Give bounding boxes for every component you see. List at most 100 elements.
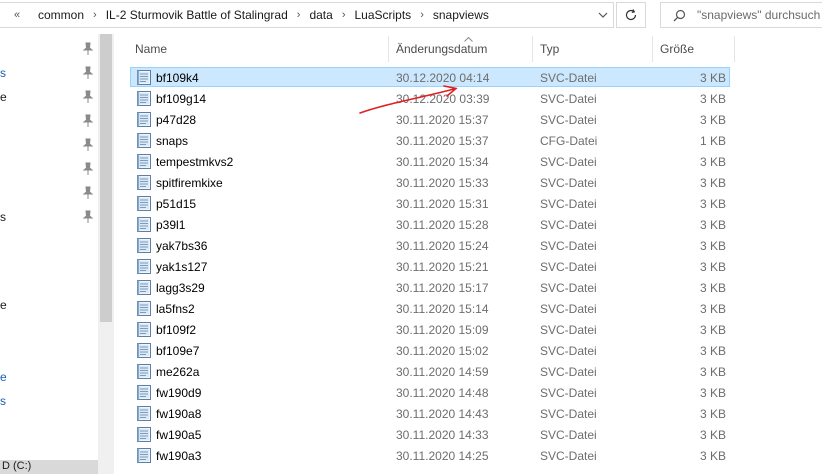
file-name: p51d15 bbox=[156, 197, 197, 211]
file-size: 3 KB bbox=[699, 197, 726, 211]
pin-icon[interactable] bbox=[82, 114, 94, 128]
file-size: 3 KB bbox=[699, 239, 726, 253]
file-type: SVC-Datei bbox=[540, 428, 597, 442]
file-size: 1 KB bbox=[699, 134, 726, 148]
right-edge bbox=[812, 34, 822, 474]
column-header-size[interactable]: Größe bbox=[660, 42, 694, 56]
navigation-pane: s e s e e s bbox=[0, 34, 98, 474]
nav-item-fragment[interactable]: e bbox=[0, 370, 7, 384]
nav-item-fragment[interactable]: e bbox=[0, 90, 7, 104]
file-row[interactable]: yak1s127 30.11.2020 15:21 SVC-Datei 3 KB bbox=[130, 256, 730, 276]
refresh-button[interactable] bbox=[616, 2, 646, 28]
column-divider[interactable] bbox=[652, 36, 653, 62]
file-size: 3 KB bbox=[699, 281, 726, 295]
file-row[interactable]: fw190a3 30.11.2020 14:25 SVC-Datei 3 KB bbox=[130, 445, 730, 465]
file-row[interactable]: yak7bs36 30.11.2020 15:24 SVC-Datei 3 KB bbox=[130, 235, 730, 255]
file-size: 3 KB bbox=[699, 302, 726, 316]
text-file-icon bbox=[137, 364, 151, 379]
column-header-type[interactable]: Typ bbox=[540, 42, 559, 56]
breadcrumb-snapviews[interactable]: snapviews bbox=[429, 8, 493, 22]
file-row[interactable]: tempestmkvs2 30.11.2020 15:34 SVC-Datei … bbox=[130, 151, 730, 171]
search-input[interactable]: "snapviews" durchsuch bbox=[697, 8, 820, 22]
pin-icon[interactable] bbox=[82, 42, 94, 56]
chevron-right-icon[interactable]: › bbox=[337, 9, 351, 21]
address-bar-row: « common › IL-2 Sturmovik Battle of Stal… bbox=[0, 0, 822, 35]
text-file-icon bbox=[137, 406, 151, 421]
file-size: 3 KB bbox=[699, 155, 726, 169]
navigation-pane-scrollbar[interactable] bbox=[98, 34, 114, 474]
nav-item-drive[interactable]: D (C:) bbox=[0, 460, 98, 474]
file-row[interactable]: snaps 30.11.2020 15:37 CFG-Datei 1 KB bbox=[130, 130, 730, 150]
file-date: 30.11.2020 15:34 bbox=[396, 155, 489, 169]
file-row[interactable]: bf109k4 30.12.2020 04:14 SVC-Datei 3 KB bbox=[130, 67, 730, 87]
file-type: SVC-Datei bbox=[540, 71, 597, 85]
file-date: 30.11.2020 15:31 bbox=[396, 197, 489, 211]
nav-item-fragment[interactable]: s bbox=[0, 66, 6, 80]
file-size: 3 KB bbox=[699, 344, 726, 358]
file-row[interactable]: fw190d9 30.11.2020 14:48 SVC-Datei 3 KB bbox=[130, 382, 730, 402]
text-file-icon bbox=[137, 112, 151, 127]
text-file-icon bbox=[137, 133, 151, 148]
breadcrumb-common[interactable]: common bbox=[34, 8, 88, 22]
nav-item-fragment[interactable]: s bbox=[0, 394, 6, 408]
file-row[interactable]: me262a 30.11.2020 14:59 SVC-Datei 3 KB bbox=[130, 361, 730, 381]
file-size: 3 KB bbox=[699, 218, 726, 232]
chevron-right-icon[interactable]: › bbox=[88, 9, 102, 21]
pin-icon[interactable] bbox=[82, 138, 94, 152]
column-header-name[interactable]: Name bbox=[135, 42, 167, 56]
chevron-right-icon[interactable]: › bbox=[292, 9, 306, 21]
file-row[interactable]: bf109e7 30.11.2020 15:02 SVC-Datei 3 KB bbox=[130, 340, 730, 360]
breadcrumb-luascripts[interactable]: LuaScripts bbox=[350, 8, 415, 22]
text-file-icon bbox=[137, 322, 151, 337]
breadcrumb-il2[interactable]: IL-2 Sturmovik Battle of Stalingrad bbox=[102, 8, 292, 22]
scrollbar-thumb[interactable] bbox=[100, 34, 112, 322]
file-row[interactable]: p51d15 30.11.2020 15:31 SVC-Datei 3 KB bbox=[130, 193, 730, 213]
file-type: SVC-Datei bbox=[540, 302, 597, 316]
column-divider[interactable] bbox=[734, 36, 735, 62]
chevron-down-icon[interactable] bbox=[593, 12, 613, 18]
breadcrumb-overflow[interactable]: « bbox=[0, 3, 34, 27]
nav-item-fragment[interactable]: s bbox=[0, 210, 6, 224]
text-file-icon bbox=[137, 301, 151, 316]
pin-icon[interactable] bbox=[82, 66, 94, 80]
pin-icon[interactable] bbox=[82, 90, 94, 104]
text-file-icon bbox=[137, 217, 151, 232]
file-type: CFG-Datei bbox=[540, 134, 598, 148]
column-divider[interactable] bbox=[532, 36, 533, 62]
search-box[interactable]: "snapviews" durchsuch bbox=[660, 2, 822, 28]
pin-icon[interactable] bbox=[82, 162, 94, 176]
file-date: 30.11.2020 15:21 bbox=[396, 260, 489, 274]
file-row[interactable]: p39l1 30.11.2020 15:28 SVC-Datei 3 KB bbox=[130, 214, 730, 234]
file-date: 30.11.2020 15:37 bbox=[396, 113, 489, 127]
chevron-right-icon[interactable]: › bbox=[415, 9, 429, 21]
text-file-icon bbox=[137, 343, 151, 358]
address-bar[interactable]: « common › IL-2 Sturmovik Battle of Stal… bbox=[0, 2, 614, 28]
file-name: yak1s127 bbox=[156, 260, 208, 274]
file-date: 30.11.2020 15:37 bbox=[396, 134, 489, 148]
file-row[interactable]: fw190a8 30.11.2020 14:43 SVC-Datei 3 KB bbox=[130, 403, 730, 423]
file-row[interactable]: lagg3s29 30.11.2020 15:17 SVC-Datei 3 KB bbox=[130, 277, 730, 297]
file-type: SVC-Datei bbox=[540, 176, 597, 190]
file-type: SVC-Datei bbox=[540, 344, 597, 358]
pin-icon[interactable] bbox=[82, 186, 94, 200]
file-date: 30.11.2020 15:24 bbox=[396, 239, 489, 253]
column-header-date[interactable]: Änderungsdatum bbox=[396, 42, 487, 56]
nav-item-fragment[interactable]: e bbox=[0, 298, 7, 312]
breadcrumb-data[interactable]: data bbox=[305, 8, 336, 22]
file-date: 30.11.2020 15:33 bbox=[396, 176, 489, 190]
text-file-icon bbox=[137, 238, 151, 253]
pin-icon[interactable] bbox=[82, 210, 94, 224]
file-row[interactable]: la5fns2 30.11.2020 15:14 SVC-Datei 3 KB bbox=[130, 298, 730, 318]
file-row[interactable]: bf109g14 30.12.2020 03:39 SVC-Datei 3 KB bbox=[130, 88, 730, 108]
file-row[interactable]: fw190a5 30.11.2020 14:33 SVC-Datei 3 KB bbox=[130, 424, 730, 444]
file-row[interactable]: spitfiremkixe 30.11.2020 15:33 SVC-Datei… bbox=[130, 172, 730, 192]
text-file-icon bbox=[137, 196, 151, 211]
file-type: SVC-Datei bbox=[540, 407, 597, 421]
file-type: SVC-Datei bbox=[540, 92, 597, 106]
file-type: SVC-Datei bbox=[540, 386, 597, 400]
column-divider[interactable] bbox=[388, 36, 389, 62]
file-row[interactable]: p47d28 30.11.2020 15:37 SVC-Datei 3 KB bbox=[130, 109, 730, 129]
file-date: 30.11.2020 15:28 bbox=[396, 218, 489, 232]
file-date: 30.12.2020 03:39 bbox=[396, 92, 490, 106]
file-row[interactable]: bf109f2 30.11.2020 15:09 SVC-Datei 3 KB bbox=[130, 319, 730, 339]
